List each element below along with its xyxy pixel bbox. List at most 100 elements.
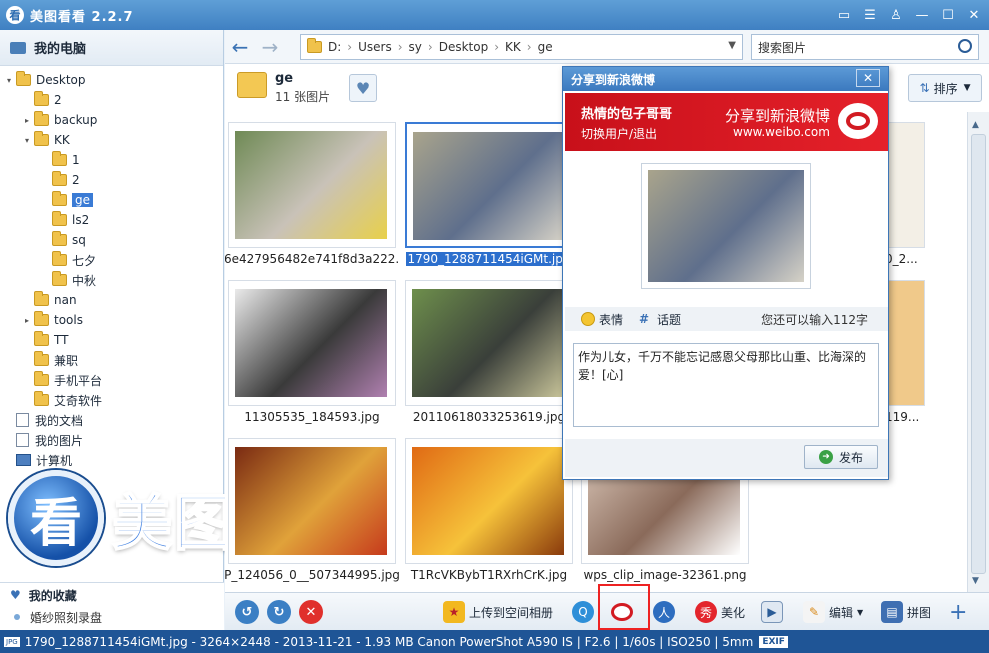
post-button[interactable]: ➜ 发布 [804,445,878,469]
rotate-right-icon[interactable]: ↻ [267,600,291,624]
tree-item-label: 手机平台 [54,373,103,388]
tree-item-label: 1 [72,153,80,167]
favorites-heading[interactable]: ♥ 我的收藏 [0,583,224,607]
folder-icon [34,331,49,346]
path-segment[interactable]: Desktop [439,40,489,54]
menu-icon[interactable]: ☰ [861,6,879,24]
tree-item[interactable]: 中秋 [0,270,223,290]
add-icon[interactable]: + [949,600,967,625]
tree-item[interactable]: TT [0,330,223,350]
maximize-button[interactable]: ☐ [939,6,957,24]
path-segment[interactable]: ge [538,40,553,54]
tree-item[interactable]: 2 [0,170,223,190]
sort-button[interactable]: ⇅ 排序 ▼ [908,74,982,102]
tree-item[interactable]: 我的图片 [0,430,223,450]
puzzle-button[interactable]: ▤ 拼图 [881,600,931,624]
thumbnail[interactable] [228,122,396,248]
skin-icon[interactable]: ♙ [887,6,905,24]
tree-item-label: 计算机 [36,453,73,468]
thumbnail-image [412,447,564,555]
path-segment[interactable]: D: [328,40,341,54]
thumbnail-filename-text: 6e427956482e741f8d3a222... [225,252,400,266]
tree-item[interactable]: sq [0,230,223,250]
qzone-share-button[interactable]: Q [572,600,598,624]
expander-icon[interactable]: ▸ [22,116,32,125]
tree-item-label: 我的图片 [35,433,84,448]
rotate-left-icon[interactable]: ↺ [235,600,259,624]
tree-item[interactable]: 七夕 [0,250,223,270]
topic-button[interactable]: 话题 [657,311,681,328]
edit-button[interactable]: ✎ 编辑 ▼ [803,600,863,624]
tree-item[interactable]: ▾ Desktop [0,70,223,90]
tree-item[interactable]: 计算机 [0,450,223,470]
path-segment[interactable]: Users [358,40,392,54]
status-text: 1790_1288711454iGMt.jpg - 3264×2448 - 20… [24,634,754,649]
search-input[interactable]: 搜索图片 [751,34,979,60]
path-separator-icon: › [494,40,500,54]
switch-user-link[interactable]: 切换用户/退出 [581,125,657,142]
thumbnail-filename-text: T1RcVKBybT1RXrhCrK.jpg [410,568,568,582]
thumbnail[interactable] [228,280,396,406]
message-icon[interactable]: ▭ [835,6,853,24]
hashtag-icon[interactable]: # [639,312,653,326]
highlight-box [598,584,650,630]
search-icon[interactable] [958,39,972,53]
path-bar[interactable]: D: › Users › sy › Desktop › KK › ge ▼ [300,34,743,60]
scrollbar-thumb[interactable] [971,134,986,574]
dialog-close-button[interactable]: ✕ [856,69,880,87]
tree-item-label: 2 [72,173,80,187]
window-title: 美图看看 2.2.7 [30,9,134,25]
emotion-button[interactable]: 表情 [599,311,623,328]
document-icon [16,433,29,447]
scroll-up-icon[interactable]: ▲ [972,120,979,130]
chevron-down-icon[interactable]: ▼ [728,40,736,51]
expander-icon[interactable]: ▾ [4,76,14,85]
tree-item[interactable]: 手机平台 [0,370,223,390]
minimize-button[interactable]: — [913,6,931,24]
tree-item[interactable]: 2 [0,90,223,110]
back-arrow-icon[interactable]: ← [225,35,255,59]
close-button[interactable]: ✕ [965,6,983,24]
thumbnail[interactable] [405,122,573,248]
tree-item[interactable]: ▸ backup [0,110,223,130]
thumbnail-image [235,131,387,239]
tree-item[interactable]: 1 [0,150,223,170]
app-logo-icon: 看 [6,6,24,24]
path-segment[interactable]: sy [409,40,422,54]
smile-icon[interactable] [581,312,595,326]
tree-item-label: Desktop [36,73,86,87]
tree-item[interactable]: ls2 [0,210,223,230]
beautify-button[interactable]: 秀 美化 [695,600,745,624]
qzone-icon: Q [572,601,594,623]
tree-item[interactable]: 我的文档 [0,410,223,430]
tree-item[interactable]: ▸ tools [0,310,223,330]
thumbnail-filename-text: 11305535_184593.jpg [244,410,380,424]
delete-icon[interactable]: ✕ [299,600,323,624]
upload-album-button[interactable]: ★ 上传到空间相册 [443,600,553,624]
slideshow-button[interactable]: ▶ [761,600,787,624]
favorite-item[interactable]: 婚纱照刻录盘 [0,607,224,627]
scroll-down-icon[interactable]: ▼ [972,576,979,586]
renren-share-button[interactable]: 人 [653,600,679,624]
weibo-text-input[interactable]: 作为儿女，千万不能忘记感恩父母那比山重、比海深的爱！[心] [573,343,879,427]
exif-badge[interactable]: EXIF [759,635,788,648]
vertical-scrollbar[interactable]: ▲ ▼ [967,112,989,592]
thumbnail[interactable] [228,438,396,564]
expander-icon[interactable]: ▾ [22,136,32,145]
folder-icon [52,231,67,246]
dialog-title-label: 分享到新浪微博 [571,72,656,87]
folder-tree: ▾ Desktop 2 ▸ backup ▾ KK 1 2 ge ls2 sq 七夕 中秋 nan ▸ tool… [0,66,223,470]
forward-arrow-icon[interactable]: → [255,35,285,59]
tree-item[interactable]: ge [0,190,223,210]
chevron-down-icon[interactable]: ▼ [857,608,863,617]
tree-item[interactable]: ▾ KK [0,130,223,150]
favorite-button[interactable]: ♥ [349,74,377,102]
tree-item[interactable]: 兼职 [0,350,223,370]
expander-icon[interactable]: ▸ [22,316,32,325]
tree-item[interactable]: 艾奇软件 [0,390,223,410]
thumbnail[interactable] [405,280,573,406]
sidebar-heading[interactable]: 我的电脑 [0,30,223,66]
tree-item[interactable]: nan [0,290,223,310]
thumbnail[interactable] [405,438,573,564]
path-segment[interactable]: KK [505,40,521,54]
